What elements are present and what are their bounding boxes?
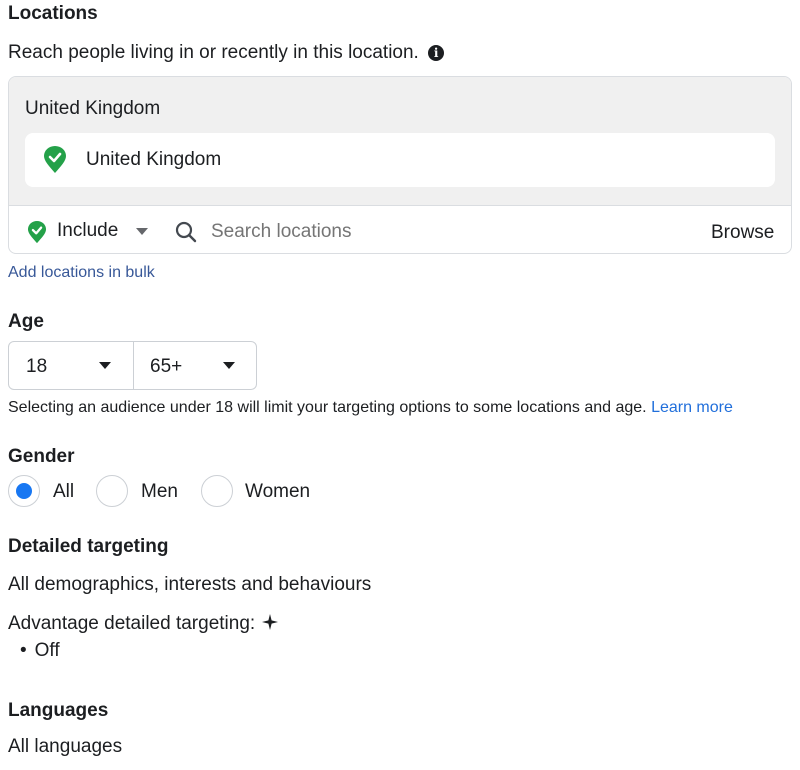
- add-locations-bulk-link[interactable]: Add locations in bulk: [8, 264, 155, 282]
- selected-location-name: United Kingdom: [86, 149, 222, 170]
- age-note-text: Selecting an audience under 18 will limi…: [8, 399, 647, 416]
- locations-description-text: Reach people living in or recently in th…: [8, 42, 419, 63]
- age-note: Selecting an audience under 18 will limi…: [8, 399, 733, 417]
- gender-radio-all[interactable]: [8, 475, 40, 507]
- include-chevron-down-icon[interactable]: [136, 228, 148, 235]
- locations-panel: United Kingdom United Kingdom Include Br…: [8, 76, 792, 254]
- search-icon: [175, 221, 197, 243]
- gender-label-women: Women: [245, 481, 311, 502]
- gender-radio-women[interactable]: [201, 475, 233, 507]
- age-selector: 18 65+: [8, 341, 257, 390]
- advantage-targeting-label: Advantage detailed targeting:: [8, 613, 256, 634]
- sparkle-icon: [262, 614, 279, 630]
- languages-value: All languages: [8, 736, 123, 757]
- advantage-targeting-row: Advantage detailed targeting:: [8, 613, 279, 635]
- selected-location-chip[interactable]: United Kingdom: [25, 133, 775, 187]
- location-group-label: United Kingdom: [25, 98, 161, 119]
- age-heading: Age: [8, 311, 44, 332]
- gender-label-men: Men: [141, 481, 178, 502]
- include-pin-icon: [27, 221, 47, 244]
- advantage-targeting-value: Off: [34, 640, 60, 661]
- age-min-chevron-down-icon[interactable]: [99, 362, 111, 369]
- browse-button[interactable]: Browse: [711, 222, 774, 244]
- detailed-targeting-summary: All demographics, interests and behaviou…: [8, 574, 372, 595]
- age-max-select[interactable]: 65+: [150, 356, 182, 378]
- advantage-targeting-value-item: • Off: [20, 640, 60, 662]
- locations-heading: Locations: [8, 3, 98, 24]
- age-max-chevron-down-icon[interactable]: [223, 362, 235, 369]
- search-locations-input[interactable]: [211, 217, 631, 247]
- age-min-select[interactable]: 18: [26, 356, 47, 378]
- location-pin-icon: [44, 146, 66, 173]
- age-divider: [133, 342, 134, 389]
- selected-locations-area: United Kingdom United Kingdom: [9, 77, 791, 206]
- include-dropdown[interactable]: Include: [57, 220, 118, 242]
- learn-more-link[interactable]: Learn more: [651, 399, 733, 416]
- gender-label-all: All: [53, 481, 75, 502]
- languages-heading: Languages: [8, 700, 109, 721]
- info-icon[interactable]: i: [428, 44, 445, 61]
- locations-description: Reach people living in or recently in th…: [8, 42, 445, 64]
- bullet-icon: •: [20, 640, 27, 661]
- detailed-targeting-heading: Detailed targeting: [8, 536, 169, 557]
- gender-radio-men[interactable]: [96, 475, 128, 507]
- gender-heading: Gender: [8, 446, 75, 467]
